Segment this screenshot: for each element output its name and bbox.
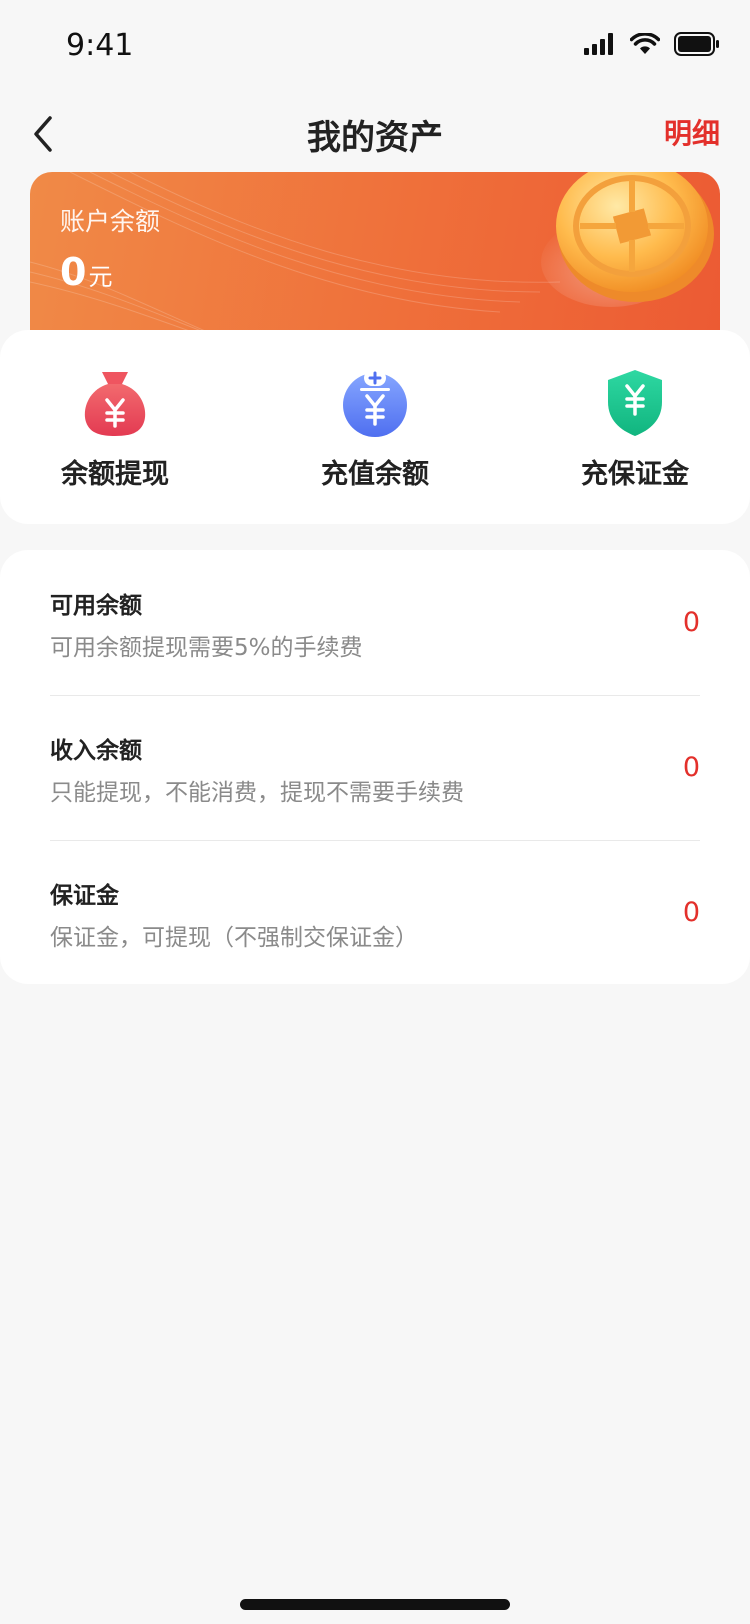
- item-title: 保证金: [50, 883, 119, 909]
- nav-bar: 我的资产 明细: [0, 92, 750, 180]
- balance-value: 0: [60, 250, 87, 294]
- withdraw-balance-button[interactable]: 余额提现: [20, 368, 210, 491]
- recharge-balance-button[interactable]: 充值余额: [280, 368, 470, 491]
- gold-coin-icon: [541, 172, 714, 307]
- withdraw-balance-label: 余额提现: [61, 459, 169, 490]
- balance-list: 可用余额 可用余额提现需要5%的手续费 0 收入余额 只能提现，不能消费，提现不…: [0, 550, 750, 984]
- page-title: 我的资产: [307, 118, 443, 158]
- recharge-balance-label: 充值余额: [321, 459, 429, 490]
- item-description: 保证金，可提现（不强制交保证金）: [50, 925, 418, 951]
- list-item[interactable]: 可用余额 可用余额提现需要5%的手续费 0: [50, 550, 700, 695]
- item-description: 可用余额提现需要5%的手续费: [50, 635, 363, 661]
- item-title: 收入余额: [50, 738, 142, 764]
- recharge-icon: [343, 370, 407, 437]
- detail-button[interactable]: 明细: [664, 112, 720, 152]
- battery-icon: [674, 32, 719, 56]
- quick-actions: 余额提现 充值余额 充保证金: [0, 330, 750, 524]
- balance-label: 账户余额: [60, 207, 161, 236]
- deposit-button[interactable]: 充保证金: [540, 368, 730, 491]
- balance-unit: 元: [88, 263, 113, 291]
- item-value: 0: [682, 897, 700, 928]
- list-item[interactable]: 收入余额 只能提现，不能消费，提现不需要手续费 0: [50, 695, 700, 840]
- list-item[interactable]: 保证金 保证金，可提现（不强制交保证金） 0: [50, 840, 700, 985]
- money-bag-icon: [84, 372, 146, 436]
- item-value: 0: [682, 752, 700, 783]
- shield-yuan-icon: [608, 370, 662, 436]
- item-description: 只能提现，不能消费，提现不需要手续费: [50, 780, 464, 806]
- item-value: 0: [682, 607, 700, 638]
- item-title: 可用余额: [50, 593, 142, 619]
- status-bar: 9:41: [0, 0, 750, 92]
- signal-icon: [584, 33, 613, 55]
- balance-amount: 0元: [60, 250, 112, 294]
- wifi-icon: [630, 33, 660, 54]
- deposit-label: 充保证金: [581, 459, 689, 490]
- status-icons: [584, 32, 720, 56]
- home-indicator: [240, 1599, 510, 1610]
- status-time: 9:41: [66, 28, 134, 63]
